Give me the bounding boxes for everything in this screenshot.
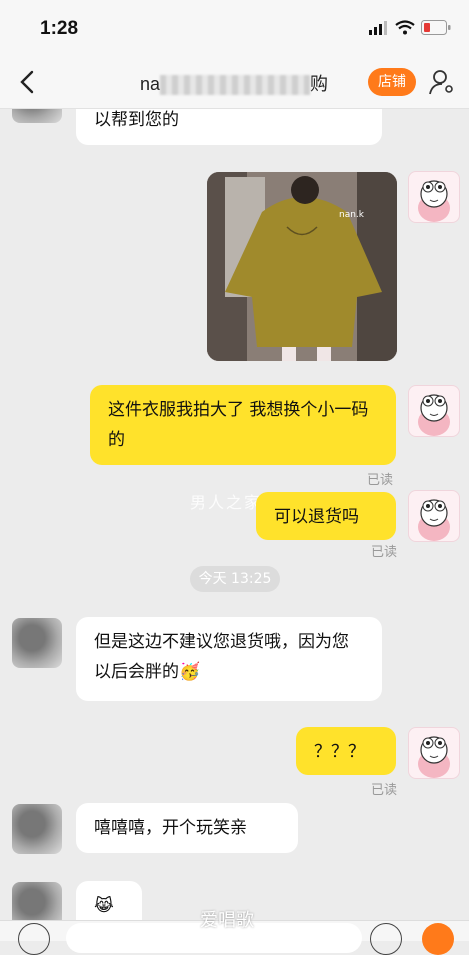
watermark-text: 男人之家 [190,493,263,512]
read-receipt: 已读 [371,783,398,798]
seller-avatar[interactable] [12,109,62,123]
bottom-watermark: 爱唱歌 [200,910,254,931]
message-bubble: 嘻嘻嘻，开个玩笑亲 [76,803,298,853]
my-avatar[interactable] [408,490,460,542]
read-receipt: 已读 [367,473,394,488]
cartoon-avatar-icon [418,394,450,436]
seller-avatar[interactable] [12,804,62,854]
status-icons [369,20,451,35]
my-avatar[interactable] [408,385,460,437]
message-text: 😹 [94,896,114,916]
chat-title: na 购 [140,70,328,96]
message-bubble: 😹 [76,881,142,920]
cartoon-avatar-icon [418,736,450,778]
emoji-button[interactable] [370,923,402,955]
status-time: 1:28 [40,18,79,39]
voice-button[interactable] [18,923,50,955]
user-icon[interactable] [428,68,456,96]
message-text: 嘻嘻嘻，开个玩笑亲 [94,818,247,838]
message-text: 但是这边不建议您退货哦，因为您以后会胖的🥳 [94,632,349,682]
shop-button[interactable]: 店铺 [368,68,416,96]
status-bar: 1:28 [0,0,469,56]
photo-watermark: nan.k [339,210,364,220]
message-text: 可以退货吗 [274,507,359,527]
message-text: ？？？ [314,742,365,762]
chat-header: na 购 店铺 [0,56,469,109]
message-text: 这件衣服我拍大了 我想换个小一码的 [108,400,369,450]
plus-button[interactable] [422,923,454,955]
photo-image [207,172,397,361]
seller-avatar[interactable] [12,618,62,668]
title-prefix: na [140,74,161,94]
photo-message[interactable]: nan.k [207,172,397,361]
cartoon-avatar-icon [418,499,450,541]
wifi-icon [395,20,415,35]
message-text: 以帮到您的 [94,110,179,130]
message-bubble: 以帮到您的 [76,109,382,145]
message-bubble: 这件衣服我拍大了 我想换个小一码的 [90,385,396,465]
read-receipt: 已读 [371,545,398,560]
signal-icon [369,20,387,35]
message-bubble: ？？？ [296,727,396,775]
title-blur [160,75,311,96]
seller-avatar[interactable] [12,882,62,920]
cartoon-avatar-icon [418,180,450,222]
title-suffix: 购 [310,74,329,94]
my-avatar[interactable] [408,171,460,223]
message-bubble: 但是这边不建议您退货哦，因为您以后会胖的🥳 [76,617,382,701]
chat-area[interactable]: 以帮到您的 nan.k 这件衣服我拍大了 我想换个小一码的 已读 男人之家 可以… [0,109,469,920]
time-divider: 今天 13:25 [190,566,280,592]
back-arrow-icon[interactable] [14,68,42,96]
message-bubble: 可以退货吗 [256,492,396,540]
battery-icon [421,20,451,35]
my-avatar[interactable] [408,727,460,779]
